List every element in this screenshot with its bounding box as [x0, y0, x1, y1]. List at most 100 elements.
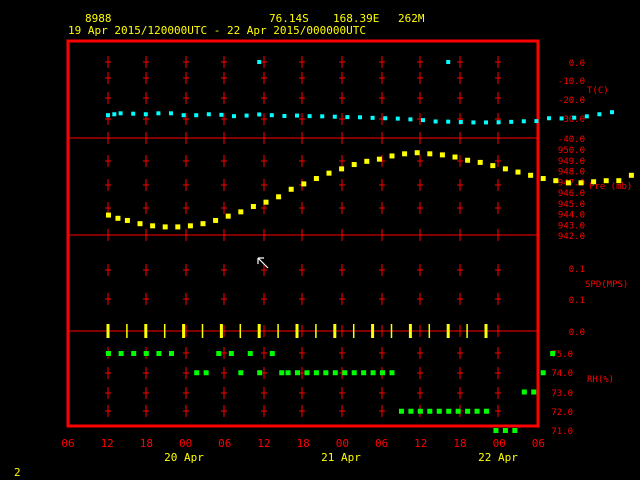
humidity-point	[269, 351, 275, 356]
pressure-point	[553, 178, 559, 184]
wind-barb	[239, 324, 242, 338]
temperature-point	[559, 116, 564, 121]
temperature-point	[433, 119, 438, 124]
temperature-point	[395, 116, 400, 121]
humidity-point	[417, 408, 423, 414]
temperature-point	[257, 112, 262, 117]
pressure-point	[616, 178, 622, 184]
humidity-point	[361, 370, 367, 376]
humidity-point	[332, 370, 338, 376]
temperature-tick-label: 0.0	[569, 59, 585, 69]
humidity-point	[540, 370, 546, 376]
temperature-outlier-point	[446, 60, 451, 64]
humidity-point	[427, 408, 433, 414]
temperature-point	[282, 113, 287, 118]
humidity-point	[408, 408, 414, 414]
pressure-point	[402, 151, 408, 157]
pressure-point	[124, 217, 130, 223]
temperature-point	[610, 110, 614, 115]
wind-barb	[315, 324, 317, 338]
humidity-point	[131, 351, 137, 356]
humidity-point	[194, 370, 200, 376]
pressure-point	[339, 166, 345, 172]
pressure-point	[591, 179, 597, 185]
wind-speed-axis-label: SPD(MPS)	[585, 280, 628, 290]
wind-barb	[428, 324, 431, 338]
pressure-point	[150, 223, 156, 229]
pressure-point	[313, 176, 319, 182]
time-tick-label: 06	[218, 437, 231, 450]
time-tick-label: 00	[336, 437, 349, 450]
temperature-point	[320, 114, 325, 119]
humidity-point	[342, 370, 348, 376]
temperature-point	[118, 111, 123, 116]
temperature-point	[421, 118, 425, 123]
time-tick-label: 12	[414, 437, 427, 450]
pressure-point	[540, 176, 546, 182]
humidity-point	[247, 351, 253, 356]
pressure-point	[565, 180, 571, 186]
temperature-point	[219, 112, 224, 117]
pressure-point	[603, 178, 609, 184]
humidity-tick-label: 73.0	[551, 389, 573, 399]
mouse-pointer-icon	[257, 257, 269, 269]
humidity-point	[143, 351, 149, 356]
wind-speed-tick-label: 0.1	[569, 265, 585, 275]
humidity-tick-label: 72.0	[551, 408, 573, 418]
pressure-tick-label: 945.0	[558, 200, 585, 210]
humidity-point	[304, 370, 310, 376]
wind-barb	[257, 324, 261, 338]
time-tick-label: 18	[453, 437, 466, 450]
humidity-point	[257, 370, 263, 376]
time-tick-label: 00	[493, 437, 506, 450]
wind-barb	[277, 324, 279, 338]
temperature-point	[307, 114, 312, 119]
humidity-point	[118, 351, 124, 356]
pressure-point	[439, 152, 445, 158]
pressure-point	[250, 203, 256, 209]
temperature-point	[484, 120, 488, 125]
humidity-point	[465, 408, 471, 414]
pressure-point	[263, 199, 269, 205]
pressure-tick-label: 944.0	[558, 211, 585, 221]
temperature-point	[106, 113, 110, 118]
temperature-point	[206, 112, 211, 117]
meteogram-chart: 0.0-10.0-20.0-30.0-40.0T(C)950.0949.0948…	[61, 39, 634, 464]
humidity-point	[502, 428, 508, 433]
pressure-point	[376, 156, 382, 162]
pressure-point	[187, 223, 193, 229]
time-tick-label: 06	[532, 437, 545, 450]
temperature-point	[521, 119, 526, 124]
wind-barb	[144, 324, 148, 338]
pressure-tick-label: 946.0	[558, 189, 585, 199]
wind-barb	[295, 324, 299, 338]
humidity-point	[295, 370, 300, 376]
temperature-point	[471, 120, 476, 125]
pressure-tick-label: 950.0	[558, 146, 585, 156]
temperature-point	[194, 113, 199, 118]
humidity-point	[228, 351, 234, 356]
pressure-point	[490, 163, 496, 169]
humidity-point	[370, 370, 376, 376]
temperature-point	[370, 115, 375, 120]
temperature-point	[295, 113, 299, 118]
wind-barb	[466, 324, 468, 338]
wind-barb	[371, 324, 375, 338]
humidity-point	[446, 408, 452, 414]
temperature-point	[509, 119, 514, 124]
humidity-point	[169, 351, 174, 356]
temperature-point	[143, 112, 148, 117]
temperature-point	[345, 115, 350, 120]
humidity-point	[512, 428, 518, 433]
wind-barb	[219, 324, 223, 338]
wind-barb	[201, 324, 204, 338]
humidity-point	[380, 370, 386, 376]
pressure-tick-label: 949.0	[558, 157, 585, 167]
temperature-point	[534, 119, 539, 124]
pressure-point	[115, 215, 121, 221]
humidity-point	[484, 408, 489, 414]
pressure-point	[364, 158, 370, 164]
pressure-point	[326, 170, 332, 176]
wind-barb	[484, 324, 488, 338]
pressure-point	[213, 217, 219, 223]
